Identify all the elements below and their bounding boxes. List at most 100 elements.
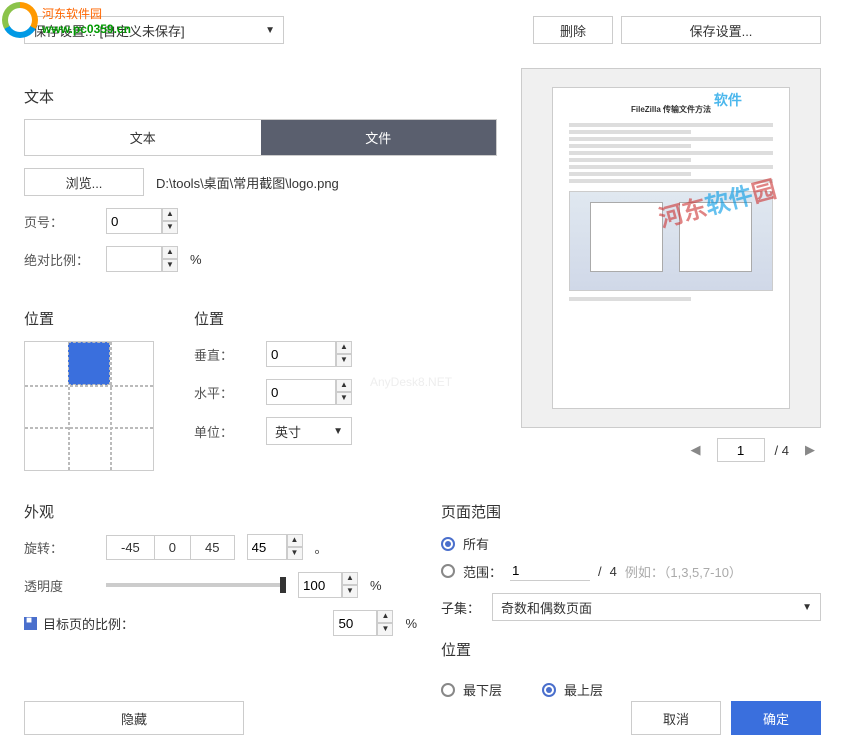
rotate-buttons: -45 0 45 (106, 535, 235, 560)
vertical-input[interactable] (266, 341, 336, 367)
hide-button[interactable]: 隐藏 (24, 701, 244, 735)
percent-sign: % (190, 252, 202, 267)
range-hint: 例如：（1,3,5,7-10） (625, 562, 742, 581)
horizontal-label: 水平： (194, 383, 242, 402)
rotate-input[interactable] (247, 534, 287, 560)
chevron-down-icon: ▼ (333, 426, 343, 437)
radio-bottom-icon (441, 683, 455, 697)
position-title: 位置 (24, 308, 154, 329)
preview-doc-title: FileZilla 传输文件方法 (569, 104, 773, 115)
file-path: D:\tools\桌面\常用截图\logo.png (156, 173, 339, 192)
down-arrow-icon[interactable]: ▼ (342, 585, 358, 598)
text-section-title: 文本 (24, 86, 497, 107)
unit-value: 英寸 (275, 422, 301, 441)
page-number-input[interactable] (106, 208, 162, 234)
up-arrow-icon[interactable]: ▲ (377, 610, 393, 623)
abs-ratio-spinner[interactable]: ▲▼ (106, 246, 178, 272)
layer-top-label: 最上层 (564, 680, 603, 699)
vertical-spinner[interactable]: ▲▼ (266, 341, 352, 367)
preview-pane: 软件 FileZilla 传输文件方法 河东软件园 (521, 68, 821, 428)
rotate-label: 旋转： (24, 538, 94, 557)
tab-text[interactable]: 文本 (25, 120, 261, 155)
page-number-spinner[interactable]: ▲▼ (106, 208, 178, 234)
down-arrow-icon[interactable]: ▼ (377, 623, 393, 636)
site-text: 河东软件园 www.pc0359.cn (42, 5, 131, 36)
unit-combo[interactable]: 英寸 ▼ (266, 417, 352, 445)
range-all-row[interactable]: 所有 (441, 534, 821, 553)
rotate-spinner[interactable]: ▲▼ (247, 534, 303, 560)
preview-page: 软件 FileZilla 传输文件方法 河东软件园 (552, 87, 790, 409)
opacity-spinner[interactable]: ▲▼ (298, 572, 358, 598)
position-title2: 位置 (194, 308, 497, 329)
up-arrow-icon[interactable]: ▲ (162, 246, 178, 259)
opacity-label: 透明度 (24, 576, 94, 595)
layer-bottom-label: 最下层 (463, 680, 502, 699)
down-arrow-icon[interactable]: ▼ (336, 354, 352, 367)
up-arrow-icon[interactable]: ▲ (342, 572, 358, 585)
percent-sign: % (370, 578, 382, 593)
delete-button[interactable]: 删除 (533, 16, 613, 44)
down-arrow-icon[interactable]: ▼ (336, 392, 352, 405)
up-arrow-icon[interactable]: ▲ (336, 341, 352, 354)
unit-label: 单位： (194, 422, 242, 441)
pager-total: / 4 (775, 443, 789, 458)
subset-combo[interactable]: 奇数和偶数页面 ▼ (492, 593, 821, 621)
vertical-label: 垂直： (194, 345, 242, 364)
browse-button[interactable]: 浏览... (24, 168, 144, 196)
horizontal-spinner[interactable]: ▲▼ (266, 379, 352, 405)
position-grid[interactable] (24, 341, 154, 471)
up-arrow-icon[interactable]: ▲ (336, 379, 352, 392)
pager-next-icon[interactable]: ▶ (799, 440, 821, 460)
radio-top-icon (542, 683, 556, 697)
range-label: 范围： (463, 562, 502, 581)
target-ratio-spinner[interactable]: ▲▼ (333, 610, 393, 636)
range-to: 4 (610, 564, 617, 579)
radio-all-icon (441, 537, 455, 551)
preview-watermark-small: 软件 (714, 90, 742, 110)
position-marker[interactable] (68, 342, 111, 385)
down-arrow-icon[interactable]: ▼ (287, 547, 303, 560)
rotate-0-button[interactable]: 0 (155, 535, 191, 560)
tab-file[interactable]: 文件 (261, 120, 497, 155)
up-arrow-icon[interactable]: ▲ (287, 534, 303, 547)
chevron-down-icon: ▼ (265, 25, 275, 36)
layer-top-row[interactable]: 最上层 (542, 680, 603, 699)
pager-prev-icon[interactable]: ◀ (685, 440, 707, 460)
radio-range-icon (441, 564, 455, 578)
pager-input[interactable] (717, 438, 765, 462)
rotate-neg45-button[interactable]: -45 (106, 535, 155, 560)
range-all-label: 所有 (463, 534, 489, 553)
site-watermark: 河东软件园 www.pc0359.cn (2, 2, 131, 38)
target-ratio-label: 目标页的比例： (43, 614, 134, 633)
target-ratio-input[interactable] (333, 610, 377, 636)
opacity-slider[interactable] (106, 583, 286, 587)
checkbox-icon (24, 617, 37, 630)
down-arrow-icon[interactable]: ▼ (162, 221, 178, 234)
subset-label: 子集： (441, 598, 480, 617)
layer-bottom-row[interactable]: 最下层 (441, 680, 502, 699)
pager: ◀ / 4 ▶ (521, 438, 821, 462)
save-settings-button[interactable]: 保存设置... (621, 16, 821, 44)
ok-button[interactable]: 确定 (731, 701, 821, 735)
tab-bar: 文本 文件 (24, 119, 497, 156)
target-ratio-checkbox[interactable]: 目标页的比例： (24, 614, 134, 633)
layer-title: 位置 (441, 639, 821, 660)
page-range-title: 页面范围 (441, 501, 821, 522)
page-number-label: 页号： (24, 212, 94, 231)
range-from-input[interactable] (510, 561, 590, 581)
percent-sign: % (405, 616, 417, 631)
chevron-down-icon: ▼ (802, 602, 812, 613)
up-arrow-icon[interactable]: ▲ (162, 208, 178, 221)
horizontal-input[interactable] (266, 379, 336, 405)
opacity-input[interactable] (298, 572, 342, 598)
cancel-button[interactable]: 取消 (631, 701, 721, 735)
range-custom-row[interactable]: 范围： / 4 例如：（1,3,5,7-10） (441, 561, 821, 581)
logo-icon (2, 2, 38, 38)
rotate-45-button[interactable]: 45 (191, 535, 234, 560)
down-arrow-icon[interactable]: ▼ (162, 259, 178, 272)
abs-ratio-input[interactable] (106, 246, 162, 272)
abs-ratio-label: 绝对比例： (24, 250, 94, 269)
degree-sign: 。 (315, 538, 328, 557)
appearance-title: 外观 (24, 501, 417, 522)
range-sep: / (598, 564, 602, 579)
